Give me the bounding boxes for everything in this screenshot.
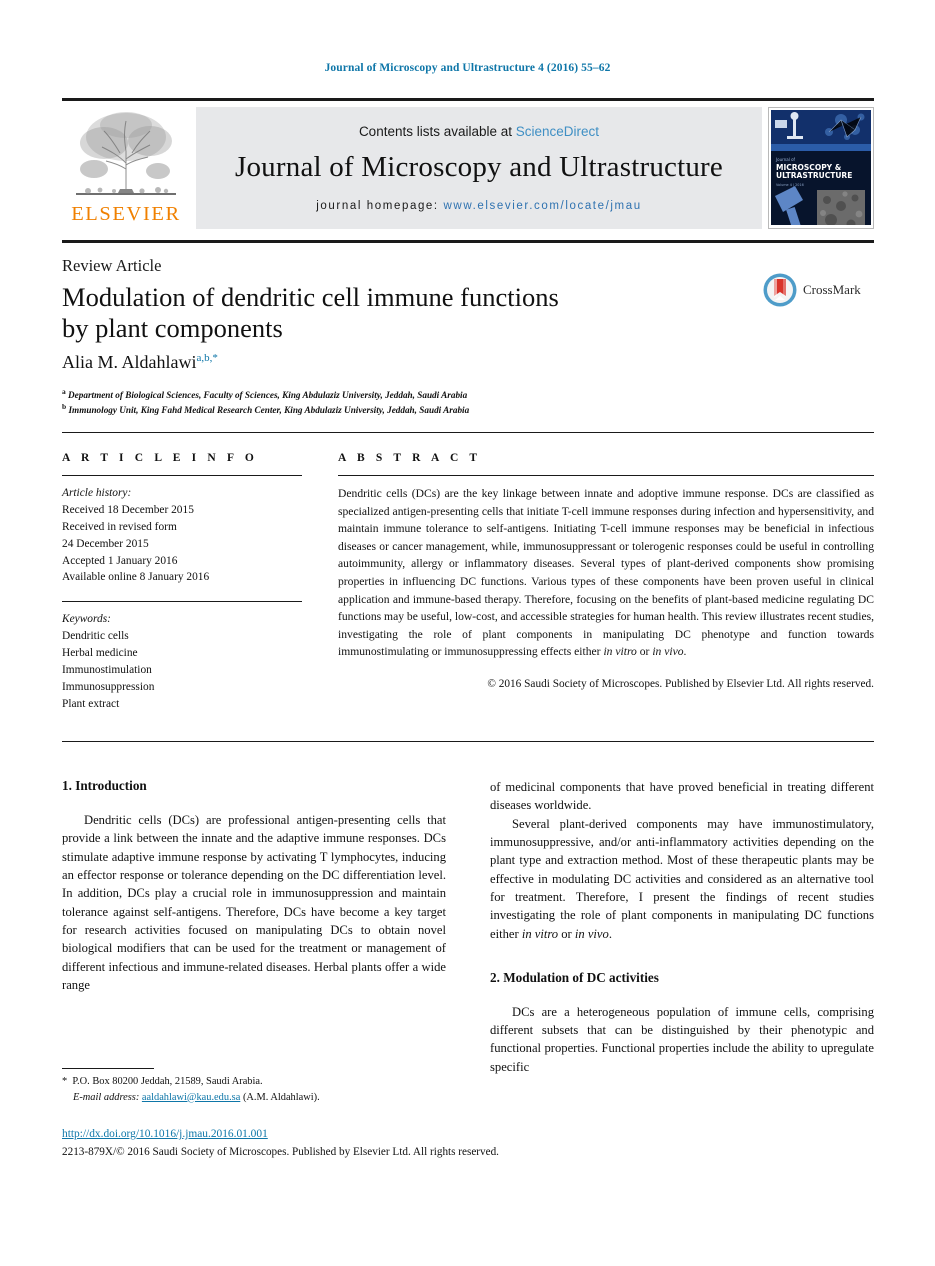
affiliation-a: a Department of Biological Sciences, Fac…	[62, 387, 702, 402]
affiliation-b: b Immunology Unit, King Fahd Medical Res…	[62, 402, 702, 417]
affiliation-b-marker: b	[62, 402, 67, 412]
crossmark-badge[interactable]: CrossMark	[762, 272, 872, 308]
paragraph: of medicinal components that have proved…	[490, 780, 874, 813]
corresponding-star: *	[62, 1076, 68, 1087]
article-history-block: Article history: Received 18 December 20…	[62, 485, 302, 586]
abstract-column: A B S T R A C T Dendritic cells (DCs) ar…	[338, 452, 874, 690]
homepage-url-link[interactable]: www.elsevier.com/locate/jmau	[444, 200, 642, 212]
svg-text:ULTRASTRUCTURE: ULTRASTRUCTURE	[776, 171, 852, 180]
masthead-bottom-rule	[62, 240, 874, 243]
article-page: Journal of Microscopy and Ultrastructure…	[0, 0, 935, 1266]
abstract-italic-in-vitro: in vitro	[603, 645, 637, 659]
affiliation-b-text: Immunology Unit, King Fahd Medical Resea…	[68, 405, 470, 416]
homepage-prefix: journal homepage:	[316, 200, 444, 212]
info-bottom-rule	[62, 741, 874, 742]
crossmark-icon	[763, 273, 797, 307]
abstract-heading: A B S T R A C T	[338, 452, 482, 464]
running-head: Journal of Microscopy and Ultrastructure…	[324, 62, 611, 74]
paragraph: Dendritic cells (DCs) are professional a…	[62, 813, 446, 992]
page-title: Modulation of dendritic cell immune func…	[62, 282, 702, 345]
section-heading-modulation: 2. Modulation of DC activities	[490, 969, 659, 985]
journal-band: Contents lists available at ScienceDirec…	[196, 107, 762, 229]
contents-prefix: Contents lists available at	[358, 124, 516, 139]
crossmark-label: CrossMark	[803, 282, 861, 297]
journal-homepage-line: journal homepage: www.elsevier.com/locat…	[316, 200, 641, 212]
info-top-rule	[62, 432, 874, 433]
email-owner: (A.M. Aldahlawi).	[242, 1091, 320, 1103]
article-info-rule	[62, 475, 302, 476]
issn-copyright-line: 2213-879X/© 2016 Saudi Society of Micros…	[62, 1146, 499, 1158]
keyword-item: Immunostimulation	[62, 663, 152, 676]
abstract-copyright: © 2016 Saudi Society of Microscopes. Pub…	[487, 678, 874, 691]
elsevier-logo: ELSEVIER	[62, 101, 190, 235]
paragraph: Several plant-derived components may hav…	[490, 815, 874, 943]
abstract-text: Dendritic cells (DCs) are the key linkag…	[338, 485, 874, 661]
italic-in-vitro: in vitro	[521, 926, 559, 941]
contents-available-line: Contents lists available at ScienceDirec…	[359, 124, 599, 139]
affil-marker-a: a	[196, 352, 202, 364]
corresponding-marker[interactable]: *	[212, 352, 218, 364]
keyword-item: Plant extract	[62, 697, 120, 710]
keywords-label: Keywords:	[62, 613, 111, 626]
title-line-2: by plant components	[62, 313, 283, 344]
history-item: Received 18 December 2015	[62, 503, 194, 516]
cover-artwork: Journal of MICROSCOPY & ULTRASTRUCTURE V…	[769, 108, 873, 228]
paragraph-text: Several plant-derived components may hav…	[490, 816, 874, 941]
abstract-conjunction: or	[636, 645, 653, 659]
author-list: Alia M. Aldahlawia,b,*	[62, 352, 218, 373]
email-link[interactable]: aaldahlawi@kau.edu.sa	[142, 1092, 240, 1103]
keyword-item: Herbal medicine	[62, 647, 138, 659]
affiliation-a-text: Department of Biological Sciences, Facul…	[68, 390, 468, 401]
body-column-right: of medicinal components that have proved…	[490, 778, 874, 1076]
history-item: 24 December 2015	[62, 537, 149, 550]
corresponding-address-line: * P.O. Box 80200 Jeddah, 21589, Saudi Ar…	[62, 1074, 452, 1090]
keywords-rule	[62, 601, 302, 603]
abstract-rule	[338, 475, 874, 476]
affiliation-a-marker: a	[62, 387, 66, 396]
paragraph-conjunction: or	[558, 926, 575, 941]
keyword-item: Immunosuppression	[62, 680, 155, 693]
italic-in-vivo: in vivo	[574, 926, 609, 941]
journal-cover-thumbnail: Journal of MICROSCOPY & ULTRASTRUCTURE V…	[768, 107, 874, 229]
email-label: E-mail address:	[73, 1091, 140, 1103]
article-info-heading: A R T I C L E I N F O	[62, 452, 258, 464]
elsevier-tree-icon	[76, 112, 176, 195]
history-item: Available online 8 January 2016	[62, 571, 210, 584]
journal-title: Journal of Microscopy and Ultrastructure	[235, 151, 723, 183]
paragraph-period: .	[608, 926, 612, 941]
journal-masthead: ELSEVIER Contents lists available at Sci…	[62, 98, 874, 235]
author-affil-markers: a,b,*	[196, 352, 218, 364]
email-line: E-mail address: aaldahlawi@kau.edu.sa (A…	[62, 1090, 452, 1106]
paragraph: DCs are a heterogeneous population of im…	[490, 1004, 874, 1074]
keyword-item: Dendritic cells	[62, 630, 129, 643]
elsevier-wordmark: ELSEVIER	[71, 203, 181, 225]
article-history-label: Article history:	[62, 487, 132, 499]
svg-text:Volume 4 | 2016: Volume 4 | 2016	[776, 183, 804, 187]
sciencedirect-link[interactable]: ScienceDirect	[516, 124, 599, 139]
abstract-period: .	[683, 645, 687, 659]
history-item: Accepted 1 January 2016	[62, 554, 178, 567]
corresponding-author-footnote: * P.O. Box 80200 Jeddah, 21589, Saudi Ar…	[62, 1074, 452, 1105]
body-column-left: 1. Introduction Dendritic cells (DCs) ar…	[62, 778, 446, 994]
article-info-column: A R T I C L E I N F O Article history: R…	[62, 452, 302, 713]
article-type: Review Article	[62, 256, 162, 275]
author-name: Alia M. Aldahlawi	[62, 352, 197, 372]
title-line-1: Modulation of dendritic cell immune func…	[62, 282, 559, 312]
corresponding-address: P.O. Box 80200 Jeddah, 21589, Saudi Arab…	[72, 1076, 263, 1087]
history-item: Received in revised form	[62, 520, 177, 533]
svg-text:Journal of: Journal of	[775, 157, 796, 162]
abstract-body: Dendritic cells (DCs) are the key linkag…	[338, 487, 874, 659]
keywords-block: Keywords: Dendritic cells Herbal medicin…	[62, 611, 302, 712]
section-heading-introduction: 1. Introduction	[62, 778, 147, 793]
affil-marker-b: b	[204, 352, 210, 364]
footnote-rule	[62, 1068, 154, 1069]
doi-link[interactable]: http://dx.doi.org/10.1016/j.jmau.2016.01…	[62, 1128, 268, 1140]
abstract-italic-in-vivo: in vivo	[652, 645, 684, 659]
affiliations: a Department of Biological Sciences, Fac…	[62, 387, 702, 418]
